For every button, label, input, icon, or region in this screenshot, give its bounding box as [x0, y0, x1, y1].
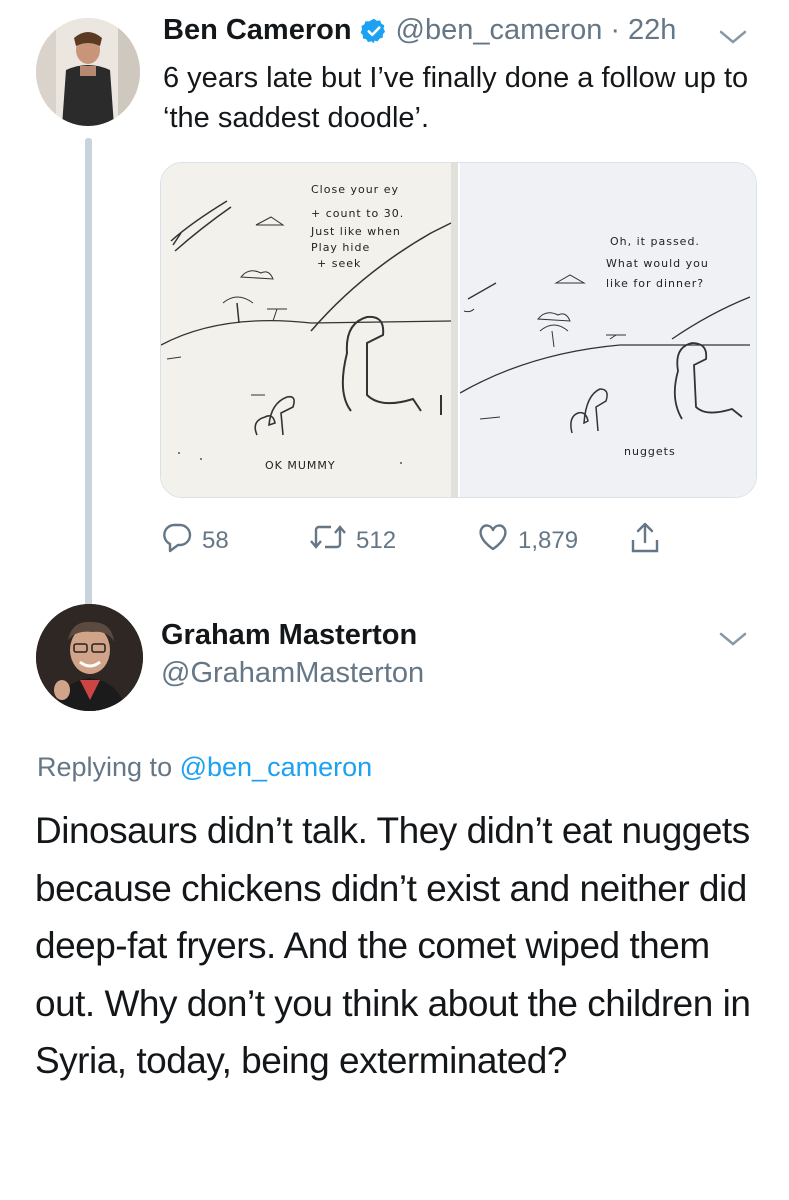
doodle-photo-left[interactable]: Close your ey + count to 30. Just like w… — [161, 163, 458, 497]
tweet1-action-bar: 58 512 1,879 — [160, 520, 720, 560]
tweet-time[interactable]: 22h — [628, 14, 676, 47]
share-button[interactable] — [628, 520, 662, 563]
like-button[interactable]: 1,879 — [476, 520, 578, 561]
avatar-image — [36, 604, 143, 711]
doodle-text-line: Play hide — [311, 241, 370, 254]
replying-to-line: Replying to @ben_cameron — [37, 752, 372, 783]
tweet1-header: Ben Cameron @ben_cameron · 22h — [163, 14, 676, 47]
author-name[interactable]: Ben Cameron — [163, 14, 352, 47]
retweet-count: 512 — [356, 526, 397, 554]
author-name[interactable]: Graham Masterton — [161, 619, 417, 652]
doodle-text-line: + seek — [317, 257, 361, 270]
share-icon — [628, 520, 662, 563]
doodle-text-line: What would you — [606, 257, 709, 270]
doodle-photo-right[interactable]: Oh, it passed. What would you like for d… — [458, 163, 756, 497]
reply-icon — [160, 520, 194, 561]
doodle-text-line: like for dinner? — [606, 277, 704, 290]
reply-button[interactable]: 58 — [160, 520, 229, 561]
heart-icon — [476, 520, 510, 561]
separator-dot: · — [610, 14, 620, 46]
doodle-caption: OK MUMMY — [265, 459, 336, 472]
tweet1-media[interactable]: Close your ey + count to 30. Just like w… — [160, 162, 757, 498]
chevron-down-icon[interactable] — [716, 26, 750, 48]
author-handle[interactable]: @GrahamMasterton — [161, 657, 424, 690]
avatar-ben-cameron[interactable] — [36, 18, 140, 126]
replying-to-label: Replying to — [37, 752, 180, 782]
doodle-text-line: Oh, it passed. — [610, 235, 700, 248]
author-handle[interactable]: @ben_cameron — [396, 14, 603, 47]
retweet-icon — [308, 520, 348, 561]
doodle-text-line: Just like when — [310, 225, 401, 238]
like-count: 1,879 — [518, 526, 579, 554]
avatar-graham-masterton[interactable] — [36, 604, 143, 711]
tweet2-text: Dinosaurs didn’t talk. They didn’t eat n… — [35, 810, 751, 1081]
doodle-text-line: + count to 30. — [311, 207, 404, 220]
doodle-text-line: Close your ey — [311, 183, 399, 196]
replying-to-handle-link[interactable]: @ben_cameron — [180, 752, 373, 782]
avatar-image — [36, 18, 140, 126]
tweet1-text: 6 years late but I’ve finally done a fol… — [163, 62, 749, 134]
doodle-caption: nuggets — [624, 445, 676, 458]
retweet-button[interactable]: 512 — [308, 520, 396, 561]
chevron-down-icon[interactable] — [716, 628, 750, 650]
verified-badge-icon — [360, 17, 388, 45]
thread-connector-line — [85, 138, 92, 624]
reply-count: 58 — [202, 526, 229, 554]
